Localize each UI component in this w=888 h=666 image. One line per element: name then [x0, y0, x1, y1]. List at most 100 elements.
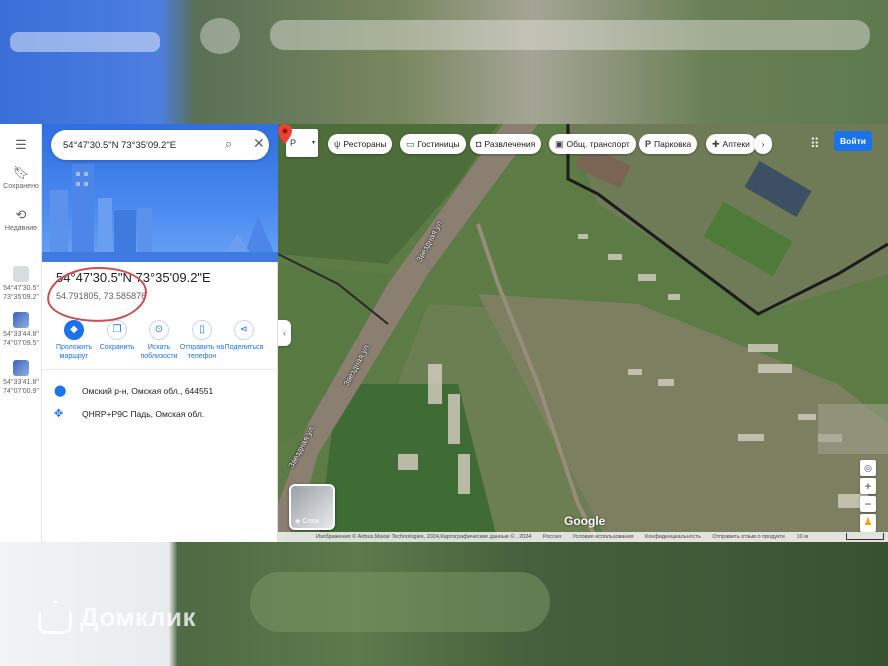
dropdown-arrow-icon: ▾	[311, 140, 315, 146]
place-panel: ⌕ ✕ 54°47'30.5"N 73°35'09.2"E 54.791805,…	[42, 124, 278, 542]
fork-knife-icon: ψ	[334, 139, 341, 149]
attribution-bar: Изображения © Airbus,Maxar Technologies,…	[278, 532, 888, 542]
privacy-link[interactable]: Конфиденциальность	[645, 534, 701, 540]
bed-icon: ▭	[406, 139, 415, 149]
recent-button[interactable]: ⟲ Недавние	[0, 208, 42, 233]
minus-icon: −	[864, 497, 872, 511]
chip-label: Рестораны	[343, 139, 387, 149]
plus-icon: +	[864, 479, 872, 493]
recent-item-2[interactable]: 54°33'44.8" 74°07'09.5"	[0, 312, 42, 348]
recent-item-1[interactable]: 54°47'30.5" 73°35'09.2"	[0, 266, 42, 302]
terms-link[interactable]: Условия использования	[572, 534, 633, 540]
place-thumbnail-icon	[13, 360, 29, 376]
zoom-in-button[interactable]: +	[860, 478, 876, 494]
directions-icon: ◆	[64, 320, 84, 340]
pegman-icon: ♟	[863, 517, 873, 528]
satellite-map[interactable]: Звездная ул. Звездная ул. Звездная ул. ‹…	[278, 124, 888, 542]
recent-item-3[interactable]: 54°33'41.8" 74°07'00.9"	[0, 360, 42, 396]
sign-in-button[interactable]: Войти	[834, 131, 872, 151]
camera-icon: ◘	[476, 139, 482, 149]
saved-button[interactable]: 🔖︎ Сохранено	[0, 166, 42, 191]
satellite-imagery	[278, 124, 888, 542]
close-icon[interactable]: ✕	[253, 135, 265, 152]
save-label: Сохранить	[99, 344, 135, 351]
layers-label: Слои	[302, 518, 320, 525]
domclick-watermark: Домклик	[38, 600, 196, 634]
recent-item-line2: 73°35'09.2"	[3, 294, 39, 301]
imagery-credit: Изображения © Airbus,Maxar Technologies,…	[316, 534, 532, 540]
chip-hotels[interactable]: ▭ Гостиницы	[400, 134, 466, 154]
phone-icon: ▯	[192, 320, 212, 340]
action-buttons: ◆ Проложить маршрут ❐ Сохранить ⊙ Искать…	[42, 318, 278, 372]
share-button[interactable]: ⋖ Поделиться	[221, 318, 267, 352]
share-label: Поделиться	[224, 344, 264, 351]
street-view-button[interactable]: ♟	[860, 514, 876, 532]
scale-bar	[846, 533, 884, 540]
recent-item-line1: 54°33'44.8"	[3, 331, 39, 338]
directions-button[interactable]: ◆ Проложить маршрут	[51, 318, 97, 361]
plus-code-row[interactable]: ✥ QHRP+P9C Падь, Омская обл.	[54, 407, 204, 420]
recent-item-line1: 54°47'30.5"	[3, 285, 39, 292]
chip-pharmacies[interactable]: ✚ Аптеки	[706, 134, 756, 154]
search-input[interactable]	[63, 137, 213, 153]
left-rail: ☰ 🔖︎ Сохранено ⟲ Недавние 54°47'30.5" 73…	[0, 124, 42, 542]
address-text: Омский р-н, Омская обл., 644551	[82, 386, 214, 396]
recent-item-line2: 74°07'09.5"	[3, 340, 39, 347]
place-hero-illustration: ⌕ ✕	[42, 124, 278, 262]
send-to-phone-button[interactable]: ▯ Отправить на телефон	[179, 318, 225, 361]
place-thumbnail-icon	[13, 266, 29, 282]
map-controls: ◎ + − ♟	[860, 460, 876, 532]
recent-item-line1: 54°33'41.8"	[3, 379, 39, 386]
chip-label: Общ. транспорт	[566, 139, 630, 149]
layers-button[interactable]: ◈ Слои	[289, 484, 335, 530]
chip-entertainment[interactable]: ◘ Развлечения	[470, 134, 542, 154]
feedback-link[interactable]: Отправить отзыв о продукте	[712, 534, 785, 540]
menu-icon: ☰	[15, 137, 27, 152]
divider	[42, 369, 278, 370]
chip-label: Аптеки	[722, 139, 750, 149]
location-pin-icon: ⬤	[54, 385, 67, 397]
chip-label: Гостиницы	[417, 139, 460, 149]
recent-item-line2: 74°07'00.9"	[3, 388, 39, 395]
nearby-button[interactable]: ⊙ Искать поблизости	[136, 318, 182, 361]
history-icon: ⟲	[15, 207, 27, 222]
saved-label: Сохранено	[3, 183, 39, 190]
blurred-background-top	[0, 0, 888, 124]
plus-code-text: QHRP+P9C Падь, Омская обл.	[82, 409, 205, 419]
nearby-search-icon: ⊙	[149, 320, 169, 340]
recent-label: Недавние	[4, 225, 38, 232]
layers-icon: ◈	[295, 518, 301, 525]
google-apps-icon[interactable]: ⠿	[810, 136, 819, 152]
parking-icon: P	[645, 139, 652, 149]
my-location-button[interactable]: ◎	[860, 460, 876, 476]
bookmark-icon: 🔖︎	[12, 165, 30, 180]
menu-button[interactable]: ☰	[0, 138, 42, 154]
domclick-logo-icon	[38, 600, 72, 634]
location-pin-icon[interactable]	[278, 124, 292, 144]
save-button[interactable]: ❐ Сохранить	[94, 318, 140, 352]
chevron-left-icon: ‹	[283, 328, 286, 338]
pharmacy-icon: ✚	[712, 139, 720, 149]
google-logo: Google	[564, 514, 606, 528]
bookmark-icon: ❐	[107, 320, 127, 340]
plus-code-icon: ✥	[54, 408, 64, 420]
chip-public-transport[interactable]: ▣ Общ. транспорт	[549, 134, 636, 154]
zoom-out-button[interactable]: −	[860, 496, 876, 512]
chip-parking[interactable]: P Парковка	[639, 134, 698, 154]
collapse-panel-button[interactable]: ‹	[278, 320, 291, 346]
scale-label[interactable]: 10 м	[797, 534, 808, 540]
send-to-phone-label: Отправить на телефон	[179, 344, 225, 360]
chip-restaurants[interactable]: ψ Рестораны	[328, 134, 393, 154]
maps-screenshot: ☰ 🔖︎ Сохранено ⟲ Недавние 54°47'30.5" 73…	[0, 124, 888, 542]
crosshair-icon: ◎	[864, 463, 872, 473]
search-box[interactable]: ⌕ ✕	[51, 130, 269, 160]
country-link[interactable]: Россия	[543, 534, 561, 540]
search-icon[interactable]: ⌕	[225, 136, 232, 152]
bus-icon: ▣	[555, 139, 564, 149]
place-thumbnail-icon	[13, 312, 29, 328]
address-row[interactable]: ⬤ Омский р-н, Омская обл., 644551	[54, 384, 213, 397]
chips-next-button[interactable]: ›	[754, 134, 772, 154]
chip-label: Развлечения	[484, 139, 536, 149]
watermark-text: Домклик	[80, 601, 196, 632]
chevron-right-icon: ›	[761, 139, 765, 149]
